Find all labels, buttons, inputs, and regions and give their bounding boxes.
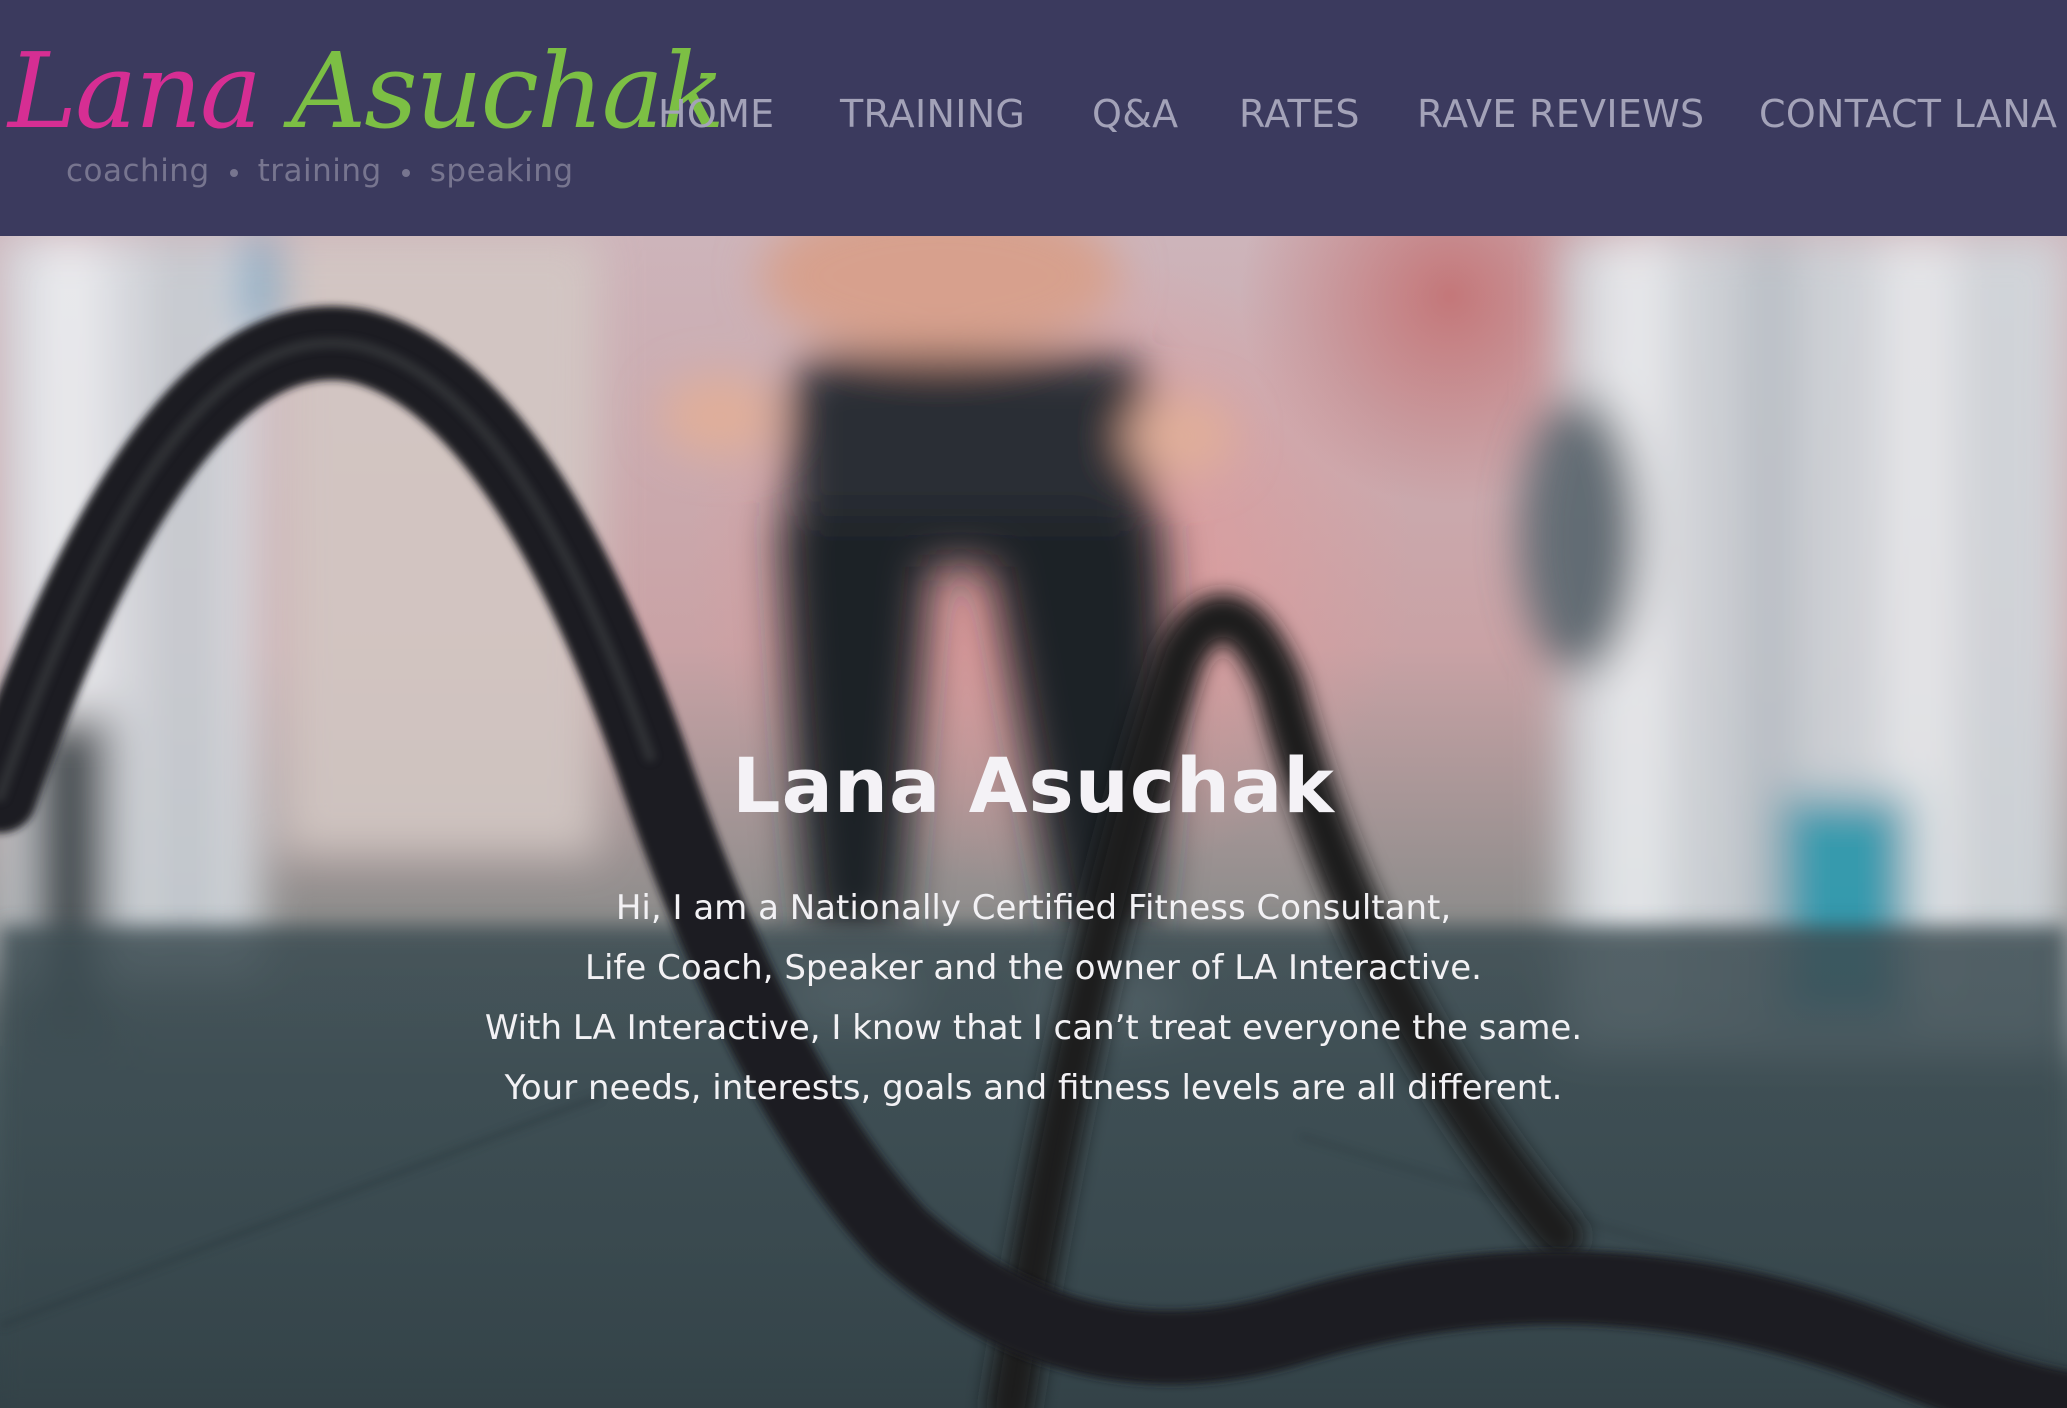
hero-title: Lana Asuchak [732, 741, 1335, 830]
main-nav: HOME TRAINING Q&A RATES RAVE REVIEWS CON… [0, 84, 2067, 144]
bullet-icon [229, 168, 238, 177]
nav-rates[interactable]: RATES [1239, 84, 1360, 144]
nav-contact-lana[interactable]: CONTACT LANA [1759, 84, 2057, 144]
nav-training[interactable]: TRAINING [840, 84, 1025, 144]
hero-content: Lana Asuchak Hi, I am a Nationally Certi… [0, 736, 2067, 1118]
hero-line: Life Coach, Speaker and the owner of LA … [585, 948, 1482, 988]
nav-qa[interactable]: Q&A [1092, 84, 1178, 144]
hero-section: Lana Asuchak Hi, I am a Nationally Certi… [0, 236, 2067, 1408]
hero-line: Hi, I am a Nationally Certified Fitness … [615, 888, 1452, 928]
tagline-item: speaking [429, 153, 574, 189]
nav-rave-reviews[interactable]: RAVE REVIEWS [1417, 84, 1704, 144]
site-header: Lana Asuchak coaching training speaking HO… [0, 0, 2067, 236]
tagline-item: training [257, 153, 382, 189]
hero-line: With LA Interactive, I know that I can’t… [484, 1008, 1583, 1048]
logo-tagline: coaching training speaking [66, 153, 574, 189]
bullet-icon [401, 168, 410, 177]
page: Lana Asuchak coaching training speaking HO… [0, 0, 2067, 1408]
tagline-item: coaching [66, 153, 210, 189]
hero-line: Your needs, interests, goals and fitness… [504, 1068, 1563, 1108]
nav-home[interactable]: HOME [658, 84, 774, 144]
hero-intro: Hi, I am a Nationally Certified Fitness … [0, 878, 2067, 1118]
